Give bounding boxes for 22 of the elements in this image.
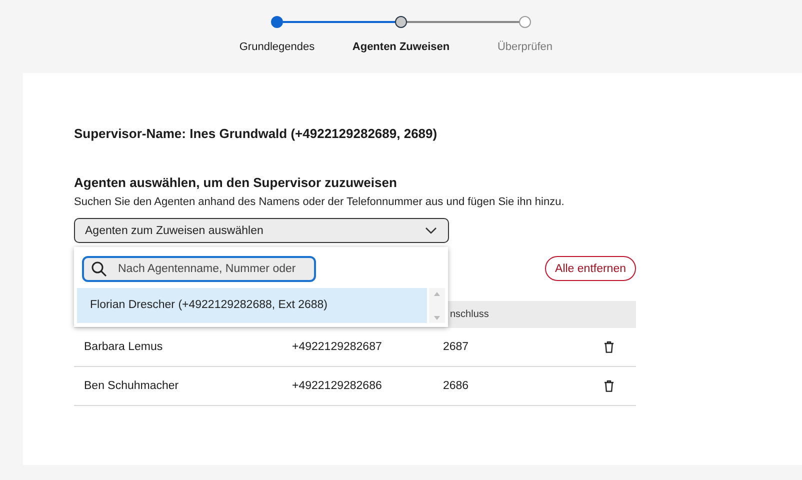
table-cell-text: +4922129282686	[292, 380, 383, 392]
step-label[interactable]: Agenten Zuweisen	[352, 41, 450, 53]
column-header: nschluss	[450, 309, 489, 320]
agent-option[interactable]: Florian Drescher (+4922129282688, Ext 2688)	[77, 288, 428, 323]
table-cell-text: 2687	[443, 341, 470, 353]
table-cell-text: Barbara Lemus	[83, 341, 164, 353]
chevron-icon	[425, 226, 437, 234]
step-label[interactable]: Überprüfen	[497, 41, 553, 53]
trash-icon[interactable]	[604, 341, 614, 353]
scrollbar[interactable]	[429, 288, 445, 323]
step-label[interactable]: Grundlegendes	[239, 41, 315, 53]
trash-icon[interactable]	[604, 380, 614, 392]
table-cell-text: 2686	[443, 380, 470, 392]
table-cell-text: Ben Schuhmacher	[83, 380, 180, 392]
section-title: Agenten auswählen, um den Supervisor zuzuweisen	[74, 175, 398, 190]
table-cell-text: +4922129282687	[292, 341, 383, 353]
supervisor-name: Supervisor-Name: Ines Grundwald (+4922129282689, 2689)	[74, 126, 438, 141]
remove-all-button[interactable]: Alle entfernen	[545, 256, 636, 281]
section-hint: Suchen Sie den Agenten anhand des Namens oder der Telefonnummer aus und fügen Sie ihn hinzu.	[74, 196, 566, 208]
agent-select[interactable]: Agenten zum Zuweisen auswählen	[74, 218, 449, 243]
search-icon	[91, 261, 107, 277]
search-field[interactable]: Nach Agentenname, Nummer oder	[82, 256, 316, 282]
